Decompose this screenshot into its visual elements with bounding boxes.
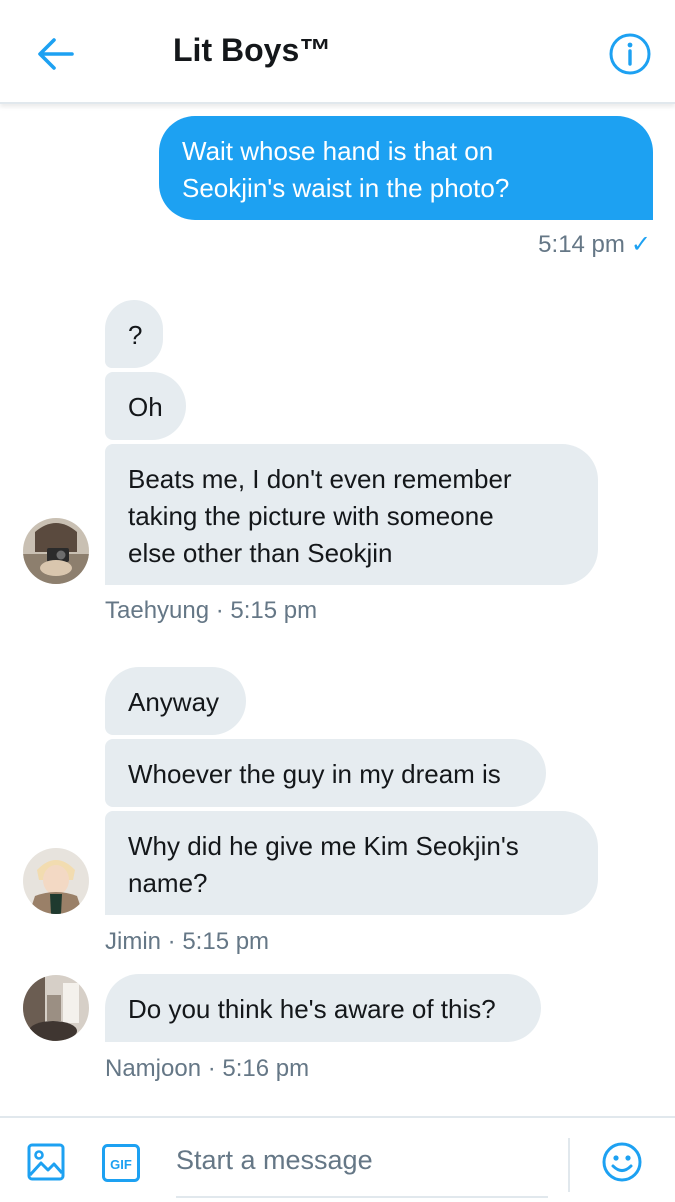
message-input[interactable] — [176, 1138, 548, 1182]
outgoing-message-meta: 5:14 pm ✓ — [538, 230, 651, 260]
incoming-group-meta: Namjoon · 5:16 pm — [105, 1055, 310, 1082]
info-icon — [609, 33, 651, 75]
emoji-icon — [602, 1142, 642, 1182]
incoming-message-bubble[interactable]: Do you think he's aware of this? — [105, 974, 541, 1042]
back-button[interactable] — [30, 28, 82, 80]
arrow-left-icon — [38, 38, 74, 70]
avatar-image — [23, 518, 89, 584]
message-time: 5:14 pm — [538, 231, 625, 258]
composer-divider — [568, 1138, 570, 1192]
outgoing-message-bubble[interactable]: Wait whose hand is that on Seokjin's wai… — [159, 116, 653, 220]
add-image-button[interactable] — [24, 1140, 68, 1184]
avatar-namjoon[interactable] — [23, 975, 89, 1041]
gif-label: GIF — [110, 1157, 132, 1172]
message-list[interactable]: Wait whose hand is that on Seokjin's wai… — [0, 104, 675, 1114]
add-gif-button[interactable]: GIF — [100, 1142, 142, 1184]
image-icon — [27, 1143, 65, 1181]
incoming-message-bubble[interactable]: Whoever the guy in my dream is — [105, 739, 546, 807]
avatar-taehyung[interactable] — [23, 518, 89, 584]
gif-icon: GIF — [102, 1144, 140, 1182]
message-composer: GIF — [0, 1116, 675, 1202]
incoming-message-bubble[interactable]: ? — [105, 300, 163, 368]
incoming-message-bubble[interactable]: Beats me, I don't even remember taking t… — [105, 444, 598, 585]
avatar-image — [23, 975, 89, 1041]
incoming-message-bubble[interactable]: Why did he give me Kim Seokjin's name? — [105, 811, 598, 915]
incoming-group-meta: Jimin · 5:15 pm — [105, 928, 270, 955]
input-underline — [176, 1196, 548, 1198]
incoming-message-bubble[interactable]: Oh — [105, 372, 186, 440]
avatar-image — [23, 848, 89, 914]
read-check-icon: ✓ — [630, 231, 651, 258]
conversation-header: Lit Boys™ — [0, 0, 675, 104]
incoming-group-meta: Taehyung · 5:15 pm — [105, 597, 318, 624]
info-button[interactable] — [604, 28, 656, 80]
incoming-message-bubble[interactable]: Anyway — [105, 667, 246, 735]
conversation-title: Lit Boys™ — [173, 32, 332, 68]
avatar-jimin[interactable] — [23, 848, 89, 914]
emoji-button[interactable] — [600, 1140, 644, 1184]
